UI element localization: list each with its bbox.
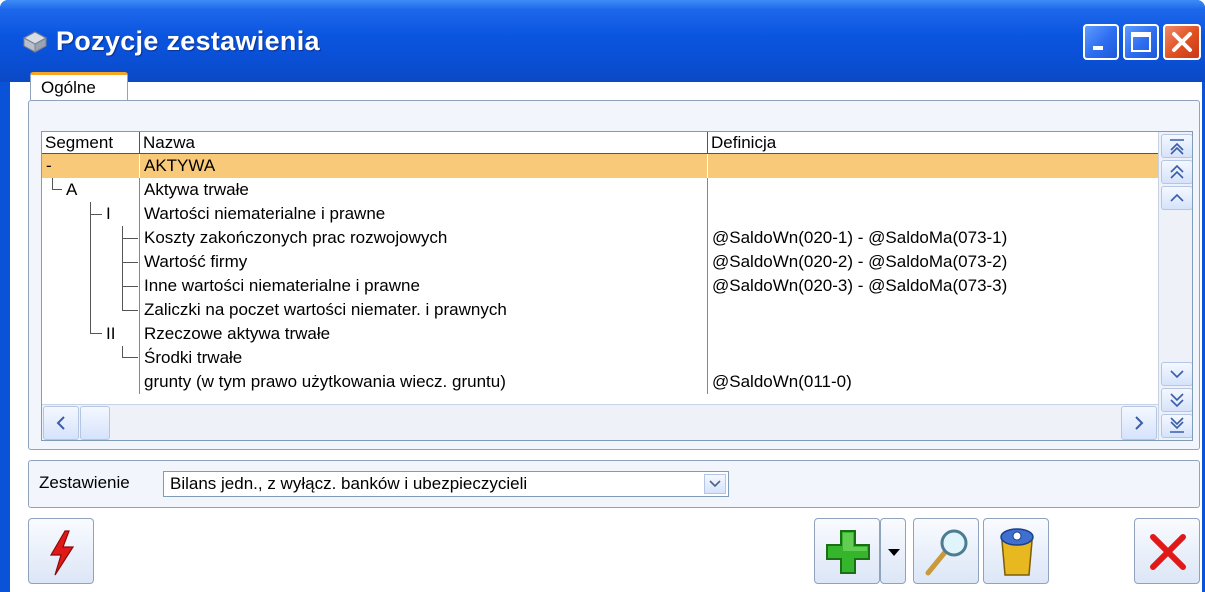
segment-cell: I: [42, 202, 140, 226]
scroll-to-bottom-button[interactable]: [1161, 414, 1192, 438]
definition-cell: [708, 346, 1158, 370]
trash-bin-icon: [1000, 528, 1034, 576]
scroll-thumb[interactable]: [80, 406, 110, 440]
definition-cell: @SaldoWn(020-3) - @SaldoMa(073-3): [712, 276, 1008, 295]
double-chevron-up-icon: [1170, 164, 1184, 179]
scroll-down-button[interactable]: [1161, 362, 1192, 386]
grid-row[interactable]: Koszty zakończonych prac rozwojowych @Sa…: [42, 226, 1158, 250]
app-icon: [22, 31, 48, 53]
column-header-segment[interactable]: Segment: [42, 132, 140, 154]
segment-cell: [42, 370, 140, 394]
window: Pozycje zestawienia Segment Nazwa Defini…: [0, 0, 1205, 592]
client-area: Segment Nazwa Definicja - AKTYWA A Aktyw…: [10, 72, 1202, 592]
chevron-down-icon: [709, 480, 721, 488]
minimize-button[interactable]: [1083, 24, 1119, 60]
grid-row[interactable]: A Aktywa trwałe: [42, 178, 1158, 202]
chevron-right-icon: [1135, 416, 1144, 430]
close-window-button[interactable]: [1163, 24, 1201, 60]
scroll-up-button[interactable]: [1161, 186, 1192, 210]
chevron-up-icon: [1170, 193, 1184, 202]
name-cell: Inne wartości niematerialne i prawne: [140, 274, 708, 298]
vertical-scrollbar[interactable]: [1158, 132, 1192, 440]
summary-panel: Zestawienie Bilans jedn., z wyłącz. bank…: [28, 460, 1200, 508]
tab-panel: Segment Nazwa Definicja - AKTYWA A Aktyw…: [28, 100, 1200, 450]
name-cell: Wartości niematerialne i prawne: [140, 202, 708, 226]
scroll-right-button[interactable]: [1121, 406, 1157, 440]
name-cell: Rzeczowe aktywa trwałe: [140, 322, 708, 346]
definition-cell: @SaldoWn(011-0): [712, 372, 852, 391]
segment-cell: [42, 226, 140, 250]
column-header-nazwa[interactable]: Nazwa: [140, 132, 708, 154]
summary-label: Zestawienie: [39, 473, 130, 492]
window-title: Pozycje zestawienia: [56, 26, 320, 56]
grid-row[interactable]: I Wartości niematerialne i prawne: [42, 202, 1158, 226]
column-header-definicja[interactable]: Definicja: [708, 132, 1158, 154]
grid-rows: - AKTYWA A Aktywa trwałe I Wartości niem…: [42, 154, 1158, 404]
name-cell: grunty (w tym prawo użytkowania wiecz. g…: [140, 370, 708, 394]
add-options-button[interactable]: [880, 518, 906, 584]
definition-cell: [708, 298, 1158, 322]
grid-row[interactable]: II Rzeczowe aktywa trwałe: [42, 322, 1158, 346]
summary-select-value: Bilans jedn., z wyłącz. banków i ubezpie…: [170, 474, 528, 493]
chevron-left-icon: [56, 416, 65, 430]
positions-grid[interactable]: Segment Nazwa Definicja - AKTYWA A Aktyw…: [41, 131, 1193, 441]
page-up-button[interactable]: [1161, 160, 1192, 184]
definition-cell: [708, 202, 1158, 226]
close-icon: [1172, 32, 1192, 52]
segment-cell: [42, 298, 140, 322]
grid-row[interactable]: Zaliczki na poczet wartości niemater. i …: [42, 298, 1158, 322]
segment-cell: A: [42, 178, 140, 202]
segment-cell: -: [42, 154, 140, 178]
name-cell: AKTYWA: [140, 154, 708, 178]
search-button[interactable]: [913, 518, 979, 584]
dropdown-arrow-button[interactable]: [704, 474, 726, 494]
definition-cell: @SaldoWn(020-2) - @SaldoMa(073-2): [712, 252, 1008, 271]
grid-row[interactable]: grunty (w tym prawo użytkowania wiecz. g…: [42, 370, 1158, 394]
scroll-to-top-button[interactable]: [1161, 134, 1192, 158]
segment-cell: [42, 274, 140, 298]
maximize-icon: [1131, 32, 1151, 52]
maximize-button[interactable]: [1123, 24, 1159, 60]
chevron-down-icon: [1170, 370, 1184, 379]
run-button[interactable]: [28, 518, 94, 584]
grid-row[interactable]: Środki trwałe: [42, 346, 1158, 370]
grid-row[interactable]: - AKTYWA: [42, 154, 1158, 178]
definition-cell: [708, 154, 1158, 178]
name-cell: Zaliczki na poczet wartości niemater. i …: [140, 298, 708, 322]
grid-row[interactable]: Wartość firmy @SaldoWn(020-2) - @SaldoMa…: [42, 250, 1158, 274]
magnifier-icon: [925, 529, 968, 576]
segment-cell: [42, 250, 140, 274]
plus-icon: [826, 530, 870, 574]
add-button[interactable]: [814, 518, 880, 584]
grid-row[interactable]: Inne wartości niematerialne i prawne @Sa…: [42, 274, 1158, 298]
page-down-button[interactable]: [1161, 388, 1192, 412]
name-cell: Wartość firmy: [140, 250, 708, 274]
definition-cell: [708, 178, 1158, 202]
double-chevron-top-icon: [1170, 139, 1184, 155]
summary-select[interactable]: Bilans jedn., z wyłącz. banków i ubezpie…: [163, 471, 729, 497]
definition-cell: @SaldoWn(020-1) - @SaldoMa(073-1): [712, 228, 1008, 247]
double-chevron-bottom-icon: [1170, 417, 1184, 433]
segment-cell: II: [42, 322, 140, 346]
double-chevron-down-icon: [1170, 393, 1184, 408]
lightning-icon: [49, 530, 75, 576]
tab-ogolne[interactable]: Ogólne: [30, 72, 128, 100]
name-cell: Środki trwałe: [140, 346, 708, 370]
name-cell: Aktywa trwałe: [140, 178, 708, 202]
delete-button[interactable]: [983, 518, 1049, 584]
dropdown-arrow-icon: [888, 549, 900, 556]
scroll-left-button[interactable]: [43, 406, 79, 440]
horizontal-scrollbar[interactable]: [42, 404, 1158, 440]
definition-cell: [708, 322, 1158, 346]
title-bar[interactable]: Pozycje zestawienia: [0, 0, 1205, 82]
segment-cell: [42, 346, 140, 370]
name-cell: Koszty zakończonych prac rozwojowych: [140, 226, 708, 250]
close-x-icon: [1150, 534, 1186, 570]
cancel-button[interactable]: [1134, 518, 1200, 584]
minimize-icon: [1093, 46, 1103, 50]
grid-header: Segment Nazwa Definicja: [42, 132, 1158, 154]
